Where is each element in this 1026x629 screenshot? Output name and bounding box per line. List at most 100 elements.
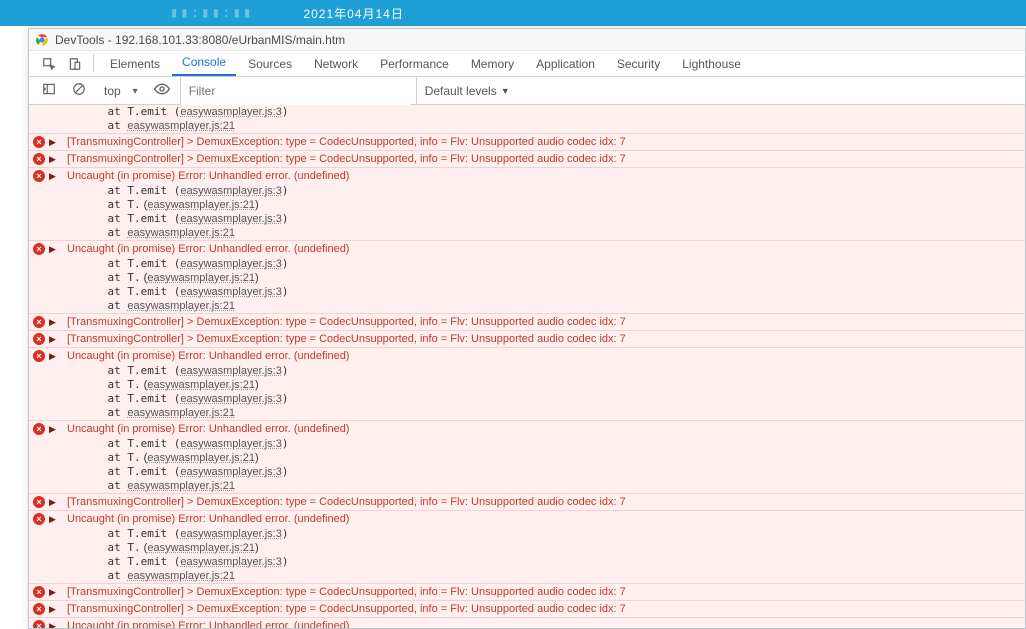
source-link[interactable]: easywasmplayer.js:21	[127, 480, 235, 492]
source-link[interactable]: easywasmplayer.js:3	[180, 185, 282, 197]
console-error-row[interactable]: ×▶Uncaught (in promise) Error: Unhandled…	[29, 167, 1025, 184]
console-error-row[interactable]: ×▶[TransmuxingController] > DemuxExcepti…	[29, 150, 1025, 167]
error-icon: ×	[33, 603, 45, 615]
stack-frame: at T.emit (easywasmplayer.js:3)	[29, 437, 1025, 451]
svg-text:×: ×	[36, 424, 41, 434]
log-message: Uncaught (in promise) Error: Unhandled e…	[67, 423, 349, 435]
window-titlebar[interactable]: DevTools - 192.168.101.33:8080/eUrbanMIS…	[29, 29, 1025, 51]
source-link[interactable]: easywasmplayer.js:3	[180, 528, 282, 540]
expand-caret-icon[interactable]: ▶	[49, 242, 56, 256]
log-message: Uncaught (in promise) Error: Unhandled e…	[67, 620, 349, 628]
tab-performance[interactable]: Performance	[370, 53, 459, 76]
stack-frame: at T. (easywasmplayer.js:21)	[29, 541, 1025, 555]
svg-text:×: ×	[36, 334, 41, 344]
error-icon: ×	[33, 136, 45, 148]
console-error-row[interactable]: × ▶ [TransmuxingController] > DemuxExcepti…	[29, 600, 1025, 617]
console-error-row[interactable]: ×▶[TransmuxingController] > DemuxExcepti…	[29, 133, 1025, 150]
tab-console[interactable]: Console	[172, 51, 236, 76]
svg-text:×: ×	[36, 317, 41, 327]
source-link[interactable]: easywasmplayer.js:21	[127, 227, 235, 239]
stack-frame: at easywasmplayer.js:21	[29, 479, 1025, 493]
filter-input[interactable]	[180, 77, 410, 105]
source-link[interactable]: easywasmplayer.js:3	[180, 106, 282, 118]
tab-memory[interactable]: Memory	[461, 53, 524, 76]
expand-caret-icon[interactable]: ▶	[49, 422, 56, 436]
svg-text:×: ×	[36, 587, 41, 597]
source-link[interactable]: easywasmplayer.js:21	[147, 272, 255, 284]
source-link[interactable]: easywasmplayer.js:21	[127, 300, 235, 312]
source-link[interactable]: easywasmplayer.js:3	[180, 438, 282, 450]
log-message: [TransmuxingController] > DemuxException…	[67, 603, 626, 615]
source-link[interactable]: easywasmplayer.js:21	[147, 379, 255, 391]
console-error-row[interactable]: × ▶ Uncaught (in promise) Error: Unhandled…	[29, 420, 1025, 437]
devtools-tab-bar: Elements Console Sources Network Perform…	[29, 51, 1025, 77]
error-icon: ×	[33, 620, 45, 628]
console-error-row[interactable]: × ▶ [TransmuxingController] > DemuxExcepti…	[29, 583, 1025, 600]
expand-caret-icon[interactable]: ▶	[49, 585, 56, 599]
tab-elements[interactable]: Elements	[100, 53, 170, 76]
source-link[interactable]: easywasmplayer.js:3	[180, 466, 282, 478]
context-selector-value: top	[97, 81, 144, 101]
live-expression-icon[interactable]	[154, 81, 170, 97]
source-link[interactable]: easywasmplayer.js:21	[127, 570, 235, 582]
context-selector[interactable]: top	[97, 84, 144, 98]
stack-frame: at T.emit (easywasmplayer.js:3)	[29, 555, 1025, 569]
error-icon: ×	[33, 513, 45, 525]
tab-lighthouse[interactable]: Lighthouse	[672, 53, 751, 76]
console-error-row[interactable]: ×▶Uncaught (in promise) Error: Unhandled…	[29, 510, 1025, 527]
expand-caret-icon[interactable]: ▶	[49, 349, 56, 363]
device-toggle-icon[interactable]	[67, 56, 83, 72]
error-icon: ×	[33, 153, 45, 165]
tab-sources[interactable]: Sources	[238, 53, 302, 76]
error-icon: ×	[33, 170, 45, 182]
source-link[interactable]: easywasmplayer.js:21	[127, 407, 235, 419]
log-message: Uncaught (in promise) Error: Unhandled e…	[67, 350, 349, 362]
expand-caret-icon[interactable]: ▶	[49, 332, 56, 346]
source-link[interactable]: easywasmplayer.js:21	[147, 452, 255, 464]
error-icon: ×	[33, 496, 45, 508]
console-error-row[interactable]: ×▶[TransmuxingController] > DemuxExcepti…	[29, 313, 1025, 330]
svg-text:×: ×	[36, 137, 41, 147]
console-error-row[interactable]: ×▶[TransmuxingController] > DemuxExcepti…	[29, 493, 1025, 510]
stack-frame: at easywasmplayer.js:21	[29, 569, 1025, 583]
source-link[interactable]: easywasmplayer.js:21	[127, 120, 235, 132]
source-link[interactable]: easywasmplayer.js:21	[147, 542, 255, 554]
tab-application[interactable]: Application	[526, 53, 605, 76]
source-link[interactable]: easywasmplayer.js:3	[180, 393, 282, 405]
source-link[interactable]: easywasmplayer.js:3	[180, 286, 282, 298]
inspect-icon[interactable]	[41, 56, 57, 72]
expand-caret-icon[interactable]: ▶	[49, 135, 56, 149]
expand-caret-icon[interactable]: ▶	[49, 495, 56, 509]
expand-caret-icon[interactable]: ▶	[49, 619, 56, 628]
source-link[interactable]: easywasmplayer.js:3	[180, 365, 282, 377]
devtools-window: DevTools - 192.168.101.33:8080/eUrbanMIS…	[28, 28, 1026, 629]
console-error-row[interactable]: × ▶ [TransmuxingController] > DemuxExcepti…	[29, 330, 1025, 347]
console-error-row[interactable]: ×▶Uncaught (in promise) Error: Unhandled…	[29, 240, 1025, 257]
source-link[interactable]: easywasmplayer.js:3	[180, 556, 282, 568]
expand-caret-icon[interactable]: ▶	[49, 602, 56, 616]
svg-text:×: ×	[36, 171, 41, 181]
log-level-selector[interactable]: Default levels ▼	[416, 77, 518, 105]
log-message: [TransmuxingController] > DemuxException…	[67, 586, 626, 598]
expand-caret-icon[interactable]: ▶	[49, 152, 56, 166]
svg-text:×: ×	[36, 497, 41, 507]
expand-caret-icon[interactable]: ▶	[49, 169, 56, 183]
window-title: DevTools - 192.168.101.33:8080/eUrbanMIS…	[55, 33, 345, 47]
clear-console-icon[interactable]	[71, 81, 87, 97]
source-link[interactable]: easywasmplayer.js:3	[180, 258, 282, 270]
expand-caret-icon[interactable]: ▶	[49, 315, 56, 329]
desktop-task-bar: ▮▮:▮▮:▮▮ 2021年04月14日	[0, 0, 1026, 26]
console-sidebar-toggle-icon[interactable]	[41, 81, 57, 97]
error-icon: ×	[33, 350, 45, 362]
clock-display: ▮▮:▮▮:▮▮	[170, 5, 253, 21]
source-link[interactable]: easywasmplayer.js:3	[180, 213, 282, 225]
console-error-row[interactable]: × ▶ Uncaught (in promise) Error: Unhandled…	[29, 617, 1025, 628]
tab-security[interactable]: Security	[607, 53, 670, 76]
expand-caret-icon[interactable]: ▶	[49, 512, 56, 526]
tab-network[interactable]: Network	[304, 53, 368, 76]
log-message: [TransmuxingController] > DemuxException…	[67, 333, 626, 345]
stack-frame: at T. (easywasmplayer.js:21)	[29, 198, 1025, 212]
console-error-row[interactable]: × ▶ Uncaught (in promise) Error: Unhandled…	[29, 347, 1025, 364]
source-link[interactable]: easywasmplayer.js:21	[147, 199, 255, 211]
console-output[interactable]: at T.emit (easywasmplayer.js:3) at easyw…	[29, 105, 1025, 628]
